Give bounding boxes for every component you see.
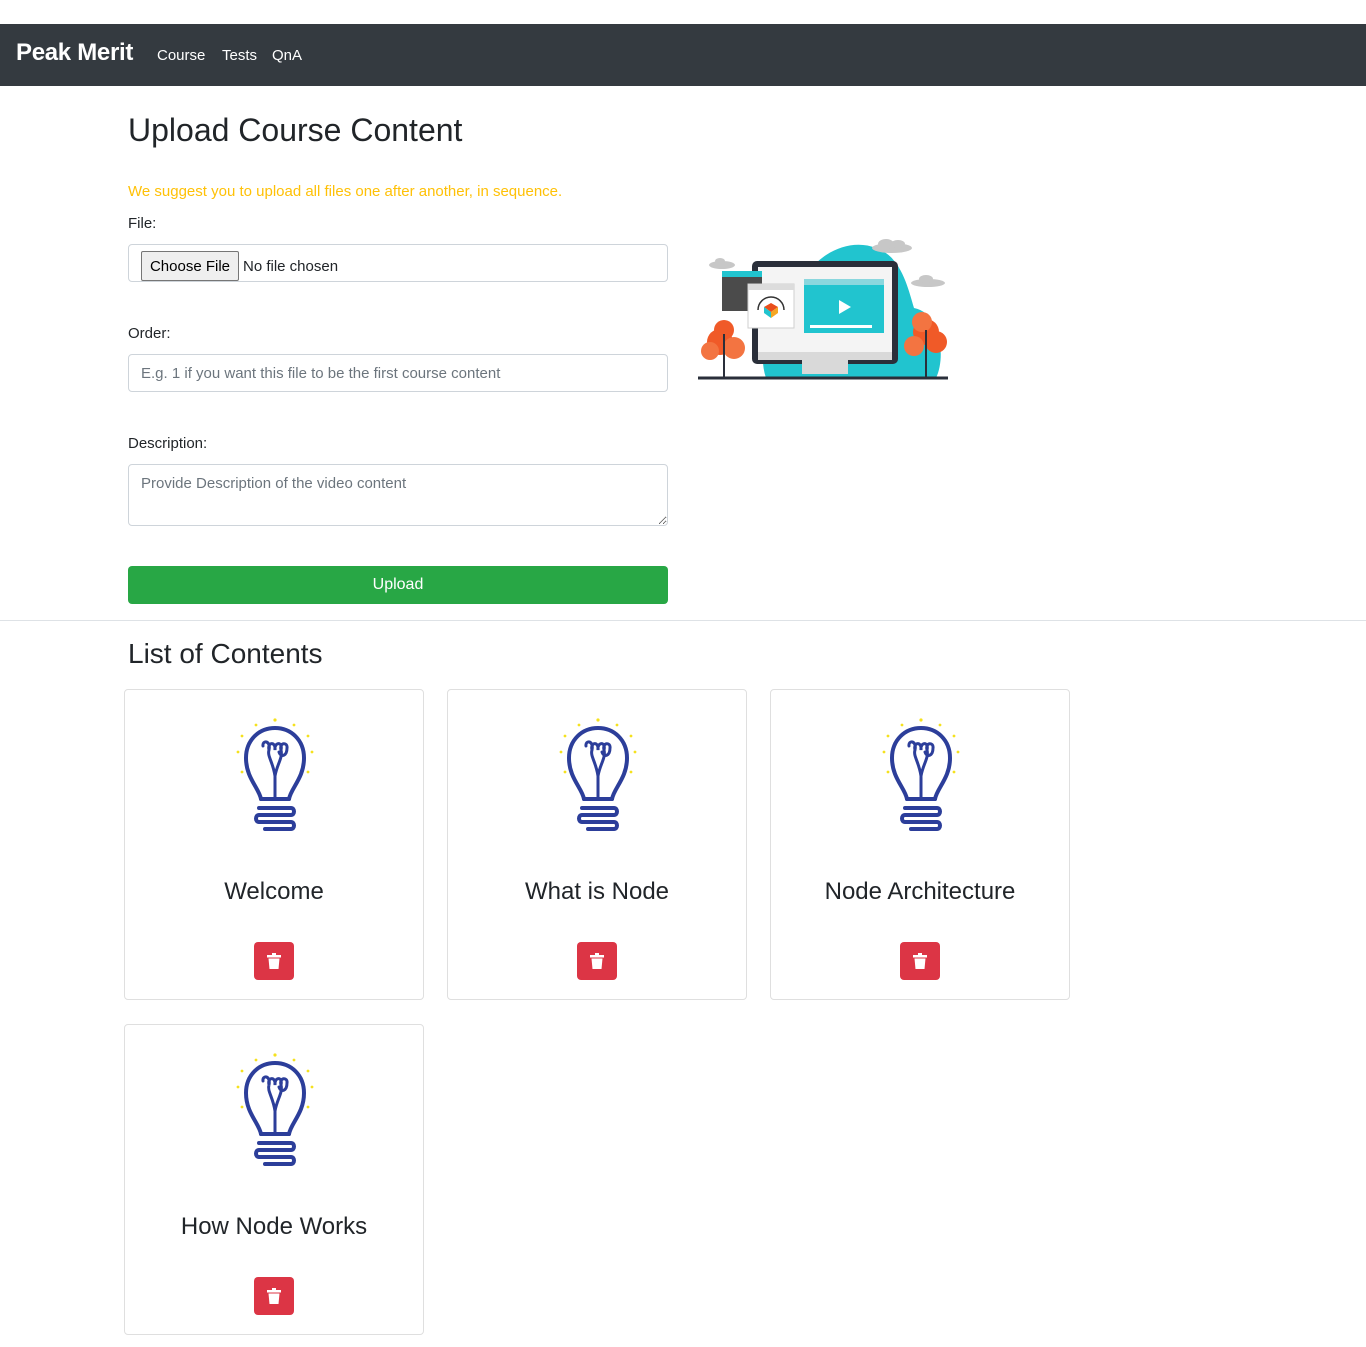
content-title: Node Architecture [824,878,1016,905]
video-course-illustration [698,239,948,380]
content-card: How Node Works [124,1024,424,1335]
content-card: Node Architecture [770,689,1070,1000]
lightbulb-icon [559,718,637,831]
lightbulb-icon [236,1053,314,1166]
file-label: File: [128,215,157,232]
lightbulb-icon [882,718,960,831]
content-card: Welcome [124,689,424,1000]
description-textarea[interactable] [128,464,668,526]
order-input[interactable] [128,354,668,392]
nav-link-course[interactable]: Course [157,47,205,64]
trash-icon [267,1288,281,1304]
description-label: Description: [128,435,208,452]
choose-file-button[interactable]: Choose File [141,251,239,281]
delete-button[interactable] [900,942,940,980]
trash-icon [913,953,927,969]
content-title: How Node Works [180,1213,368,1240]
upload-suggestion: We suggest you to upload all files one a… [128,183,563,200]
upload-button[interactable]: Upload [128,566,668,604]
page-title: Upload Course Content [128,112,463,148]
order-label: Order: [128,325,171,342]
delete-button[interactable] [254,942,294,980]
nav-link-tests[interactable]: Tests [222,47,257,64]
delete-button[interactable] [254,1277,294,1315]
content-title: What is Node [524,878,670,905]
section-divider [0,620,1366,621]
trash-icon [590,953,604,969]
trash-icon [267,953,281,969]
lightbulb-icon [236,718,314,831]
nav-link-qna[interactable]: QnA [272,47,302,64]
delete-button[interactable] [577,942,617,980]
file-input[interactable]: Choose File No file chosen [128,244,668,282]
contents-title: List of Contents [128,638,323,669]
brand-logo[interactable]: Peak Merit [16,39,133,67]
content-card: What is Node [447,689,747,1000]
content-title: Welcome [224,878,324,905]
file-status: No file chosen [243,258,339,275]
navbar: Peak Merit Course Tests QnA [0,24,1366,86]
